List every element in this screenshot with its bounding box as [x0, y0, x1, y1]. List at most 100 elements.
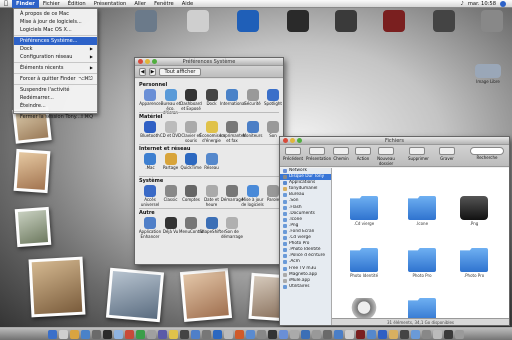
menu-0[interactable]: Finder [12, 0, 39, 8]
desktop-icon[interactable] [320, 10, 372, 33]
volume-icon[interactable]: ♪ [461, 1, 464, 7]
menu-item[interactable]: Configuration réseau ▶ [14, 53, 97, 61]
toolbar-button[interactable]: Nouveau dossier [374, 147, 398, 166]
desktop-icon[interactable] [272, 10, 324, 33]
dock-app-icon[interactable] [323, 329, 332, 339]
close-button[interactable] [138, 59, 143, 64]
file-item[interactable]: .Cd vierge [344, 196, 384, 226]
dock-app-icon[interactable] [169, 329, 178, 339]
menu-item[interactable]: Redémarrer... [14, 94, 97, 102]
dock-app-icon[interactable] [81, 329, 90, 339]
desktop-icon[interactable] [172, 10, 224, 33]
dock-app-icon[interactable] [125, 329, 134, 339]
dock-app-icon[interactable] [147, 329, 156, 339]
menu-item[interactable]: Logiciels Mac OS X... [14, 26, 97, 34]
minimize-button[interactable] [145, 59, 150, 64]
dock-app-icon[interactable] [114, 329, 123, 339]
dock-app-icon[interactable] [180, 329, 189, 339]
close-button[interactable] [283, 138, 288, 143]
show-all-button[interactable]: Tout afficher [159, 67, 201, 76]
toolbar-button[interactable]: Supprimer [408, 147, 429, 161]
menu-3[interactable]: Présentation [90, 0, 131, 8]
dock-app-icon[interactable] [246, 329, 255, 339]
desktop-icon[interactable] [418, 10, 470, 33]
pref-pane[interactable]: Réseau [200, 153, 224, 171]
title-bar[interactable]: Fichiers [280, 137, 509, 145]
sidebar-item[interactable]: Utilitaires [280, 284, 331, 290]
dock-app-icon[interactable] [312, 329, 321, 339]
dock-app-icon[interactable] [290, 329, 299, 339]
dock-app-icon[interactable] [422, 329, 431, 339]
dock-app-icon[interactable] [378, 329, 387, 339]
dock-app-icon[interactable] [202, 329, 211, 339]
dock-app-icon[interactable] [367, 329, 376, 339]
toolbar-button[interactable]: Action [354, 147, 372, 161]
toolbar-button[interactable]: Chemin [332, 147, 350, 161]
spotlight-icon[interactable] [500, 0, 506, 7]
dock-app-icon[interactable] [411, 329, 420, 339]
apple-menu-icon[interactable]:  [0, 0, 12, 7]
dock-app-icon[interactable] [433, 329, 442, 339]
clock[interactable]: mar. 10:58 [468, 1, 496, 7]
menu-item[interactable]: Dock ▶ [14, 45, 97, 53]
zoom-button[interactable] [297, 138, 302, 143]
menu-item[interactable]: Fermer la session Tony... ⇧⌘Q [14, 113, 97, 121]
menu-item[interactable]: Préférences Système... [14, 37, 97, 45]
forward-button[interactable]: ▶ [149, 67, 156, 76]
file-item[interactable]: .Png [454, 196, 494, 226]
dock-app-icon[interactable] [444, 329, 453, 339]
menu-5[interactable]: Fenêtre [150, 0, 178, 8]
desktop-icon[interactable] [222, 10, 274, 33]
dock-app-icon[interactable] [235, 329, 244, 339]
menu-item[interactable]: Forcer à quitter Finder ⌥⌘⎋ [14, 75, 97, 83]
dock-app-icon[interactable] [356, 329, 365, 339]
dock-app-icon[interactable] [191, 329, 200, 339]
dock-app-icon[interactable] [345, 329, 354, 339]
menu-6[interactable]: Aide [178, 0, 197, 8]
dock-app-icon[interactable] [334, 329, 343, 339]
toolbar-button[interactable]: Présentation [306, 147, 331, 161]
back-button[interactable]: ◀ [139, 67, 146, 76]
pref-pane[interactable]: Spotlight [261, 89, 283, 107]
dock-app-icon[interactable] [257, 329, 266, 339]
zoom-button[interactable] [152, 59, 157, 64]
dock-app-icon[interactable] [136, 329, 145, 339]
desktop-icon[interactable] [120, 10, 172, 33]
dock-app-icon[interactable] [92, 329, 101, 339]
toolbar-button[interactable]: Graver [438, 147, 456, 161]
menu-item[interactable]: Suspendre l'activité [14, 86, 97, 94]
dock-app-icon[interactable] [158, 329, 167, 339]
menu-item[interactable]: Éléments récents ▶ [14, 64, 97, 72]
dock-app-icon[interactable] [103, 329, 112, 339]
dock-app-icon[interactable] [389, 329, 398, 339]
dock-app-icon[interactable] [455, 329, 464, 339]
menu-item[interactable]: Mise à jour de logiciels... [14, 18, 97, 26]
dock-app-icon[interactable] [213, 329, 222, 339]
search-input[interactable] [470, 147, 504, 155]
dock-app-icon[interactable] [301, 329, 310, 339]
desktop-icon[interactable] [368, 10, 420, 33]
file-item[interactable]: .Icone [402, 196, 442, 226]
menu-item[interactable]: Éteindre... [14, 102, 97, 110]
title-bar[interactable]: Préférences Système [135, 58, 283, 66]
toolbar-button[interactable]: Précédent [282, 147, 304, 161]
dock-app-icon[interactable] [224, 329, 233, 339]
dock-app-icon[interactable] [70, 329, 79, 339]
menu-2[interactable]: Édition [64, 0, 90, 8]
desktop-icon-image-libre[interactable]: Image Libre [468, 64, 508, 84]
menu-1[interactable]: Fichier [39, 0, 64, 8]
file-item[interactable]: Photo Identité [344, 248, 384, 278]
dock-app-icon[interactable] [400, 329, 409, 339]
dock-app-icon[interactable] [268, 329, 277, 339]
desktop-icon[interactable] [466, 10, 512, 33]
file-item[interactable]: .Photo Pro [454, 248, 494, 278]
toolbar-button[interactable]: Recherche [470, 147, 504, 160]
file-item[interactable]: Photo Pro [402, 248, 442, 278]
menu-item[interactable]: À propos de ce Mac [14, 10, 97, 18]
minimize-button[interactable] [290, 138, 295, 143]
dock-app-icon[interactable] [279, 329, 288, 339]
menu-4[interactable]: Aller [130, 0, 150, 8]
pref-pane[interactable]: Son de démarrage [220, 217, 244, 239]
dock-app-icon[interactable] [48, 329, 57, 339]
dock-app-icon[interactable] [59, 329, 68, 339]
